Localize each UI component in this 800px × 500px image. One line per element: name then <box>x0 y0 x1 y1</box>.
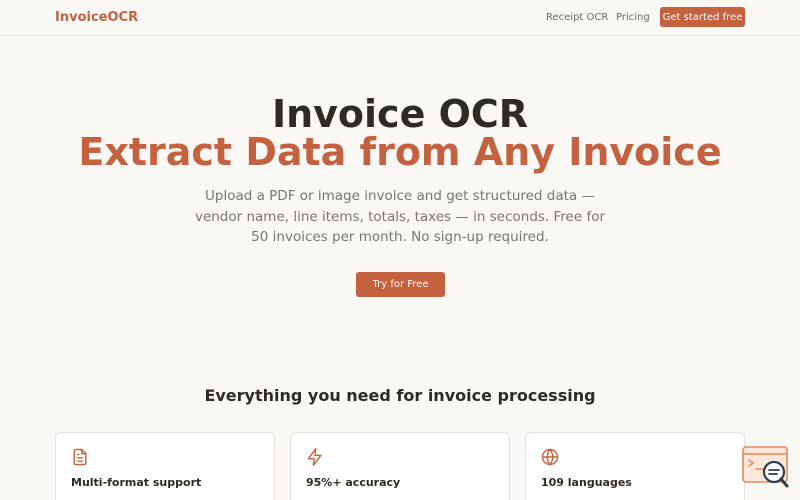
feature-card: 95%+ accuracy <box>290 432 510 500</box>
features-heading: Everything you need for invoice processi… <box>204 386 596 405</box>
feature-card: 109 languages <box>525 432 745 500</box>
get-started-button[interactable]: Get started free <box>660 7 745 27</box>
hero-description: Upload a PDF or image invoice and get st… <box>194 188 606 245</box>
hero-title: Invoice OCR <box>271 92 529 136</box>
feature-card-title: Multi-format support <box>71 476 202 489</box>
globe-icon <box>540 447 560 467</box>
search-widget-icon[interactable] <box>741 445 791 490</box>
lightning-icon <box>305 447 325 467</box>
brand-logo[interactable]: InvoiceOCR <box>55 10 138 25</box>
try-for-free-button[interactable]: Try for Free <box>356 272 445 297</box>
nav-link-pricing[interactable]: Pricing <box>616 12 650 23</box>
top-navbar: InvoiceOCR Receipt OCR Pricing Get start… <box>0 0 800 36</box>
feature-card-title: 95%+ accuracy <box>306 476 401 489</box>
hero-subtitle: Extract Data from Any Invoice <box>78 130 722 174</box>
feature-card: Multi-format support <box>55 432 275 500</box>
document-icon <box>70 447 90 467</box>
nav-link-receipt-ocr[interactable]: Receipt OCR <box>546 12 608 23</box>
feature-card-title: 109 languages <box>541 476 632 489</box>
